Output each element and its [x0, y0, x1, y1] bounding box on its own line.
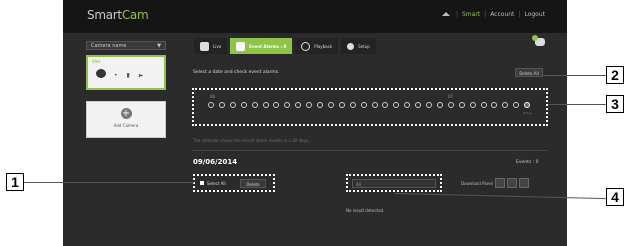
- calendar-day-button[interactable]: [251, 102, 258, 108]
- callout-1-leader: [24, 182, 194, 183]
- camera-select-dropdown[interactable]: Camera name ▼: [86, 41, 166, 50]
- callout-2-leader: [543, 75, 606, 76]
- view-toggle-buttons: [495, 178, 529, 188]
- logo-text-smart: Smart: [87, 8, 122, 22]
- time-filter-group: All: [346, 174, 442, 192]
- callout-3-leader: [548, 104, 606, 105]
- chevron-down-icon: ▼: [157, 43, 161, 49]
- calendar-day-button[interactable]: [458, 102, 465, 108]
- link-account[interactable]: Account: [490, 11, 514, 18]
- calendar-day-button[interactable]: [327, 102, 334, 108]
- top-links: | Smart | Account | Logout: [441, 11, 545, 18]
- calendar-day-button[interactable]: [404, 102, 411, 108]
- delete-all-button[interactable]: Delete All: [515, 68, 543, 77]
- calendar-day-button[interactable]: [349, 102, 356, 108]
- tab-event-alarms[interactable]: Event Alarms : 0: [230, 38, 293, 54]
- download-panel-label: Download Panel: [461, 181, 493, 186]
- camera-name-label: SNH: [92, 59, 101, 64]
- calendar-day-button[interactable]: [447, 102, 454, 108]
- camera-control-icons[interactable]: •▮►: [114, 72, 152, 79]
- today-label: Today: [523, 111, 532, 115]
- logo-text-cam: Cam: [121, 8, 149, 22]
- calendar-day-button[interactable]: [284, 102, 291, 108]
- add-camera-label: Add Camera: [113, 123, 139, 128]
- smartcam-app-window: SmartCam | Smart | Account | Logout Came…: [63, 0, 567, 246]
- calendar-day-button[interactable]: [426, 102, 432, 108]
- calendar-day-button[interactable]: [338, 102, 345, 108]
- tab-live[interactable]: Live: [194, 38, 228, 54]
- home-icon[interactable]: [441, 11, 450, 16]
- calendar-day-button[interactable]: [317, 102, 323, 108]
- calendar-day-button[interactable]: [240, 102, 247, 108]
- time-filter-select[interactable]: All: [352, 179, 436, 188]
- link-smart[interactable]: Smart: [462, 11, 480, 18]
- calendar-day-button[interactable]: [229, 102, 236, 108]
- selected-date: 09/06/2014: [193, 158, 238, 166]
- calendar-day-button[interactable]: [480, 102, 487, 108]
- chat-bubble-icon[interactable]: [532, 35, 545, 46]
- camera-icon: [96, 69, 106, 78]
- gear-icon: [347, 42, 355, 50]
- monitor-icon: [200, 41, 209, 51]
- events-count: Events : 0: [516, 160, 539, 165]
- callout-3: 3: [606, 95, 624, 113]
- calendar-day-button[interactable]: [360, 102, 367, 108]
- calendar-day-button[interactable]: [436, 102, 443, 108]
- calendar-day-button[interactable]: [491, 102, 498, 108]
- calendar-day-button[interactable]: [208, 102, 214, 108]
- select-all-checkbox[interactable]: [200, 181, 204, 185]
- divider: [192, 150, 548, 151]
- play-icon: [301, 41, 311, 51]
- event-calendar-strip: 06 07 Today: [192, 88, 548, 126]
- calendar-day-button[interactable]: [415, 102, 422, 108]
- top-navigation-bar: SmartCam | Smart | Account | Logout: [63, 0, 567, 33]
- smartcam-logo[interactable]: SmartCam: [87, 8, 149, 22]
- calendar-day-button[interactable]: [524, 102, 531, 108]
- no-result-message: No result detected.: [346, 208, 385, 213]
- dropdown-label: Camera name: [91, 43, 127, 49]
- calendar-hint: The calendar shows the recent alarm even…: [193, 138, 310, 143]
- calendar-month-label: 06: [210, 94, 216, 99]
- add-camera-button[interactable]: + Add Camera: [86, 101, 166, 138]
- callout-2: 2: [606, 66, 624, 84]
- tab-playback[interactable]: Playback: [295, 38, 339, 54]
- calendar-day-button[interactable]: [513, 102, 520, 108]
- camera-card[interactable]: SNH •▮►: [86, 55, 166, 90]
- calendar-day-button[interactable]: [262, 102, 269, 108]
- detail-view-button[interactable]: [519, 178, 529, 188]
- callout-4: 4: [606, 188, 624, 206]
- calendar-day-button[interactable]: [306, 102, 313, 108]
- calendar-day-button[interactable]: [295, 102, 302, 108]
- select-all-label: Select All: [207, 181, 226, 186]
- link-logout[interactable]: Logout: [524, 11, 545, 18]
- document-icon: [236, 41, 246, 51]
- calendar-day-button[interactable]: [393, 102, 400, 108]
- calendar-day-button[interactable]: [502, 102, 509, 108]
- calendar-prompt: Select a date and check event alarms.: [193, 70, 280, 75]
- plus-icon: +: [120, 108, 132, 119]
- calendar-day-button[interactable]: [382, 102, 389, 108]
- callout-1: 1: [6, 173, 24, 191]
- delete-button[interactable]: Delete: [240, 179, 266, 188]
- tab-setup[interactable]: Setup: [341, 38, 376, 54]
- calendar-day-button[interactable]: [218, 102, 225, 108]
- calendar-month-label: 07: [448, 94, 454, 99]
- select-delete-group: Select All Delete: [193, 174, 275, 192]
- calendar-day-button[interactable]: [371, 102, 378, 108]
- calendar-day-button[interactable]: [273, 102, 280, 108]
- main-tabs: Live Event Alarms : 0 Playback Setup: [194, 38, 376, 54]
- grid-view-button[interactable]: [495, 178, 505, 188]
- list-view-button[interactable]: [507, 178, 517, 188]
- calendar-day-button[interactable]: [469, 102, 476, 108]
